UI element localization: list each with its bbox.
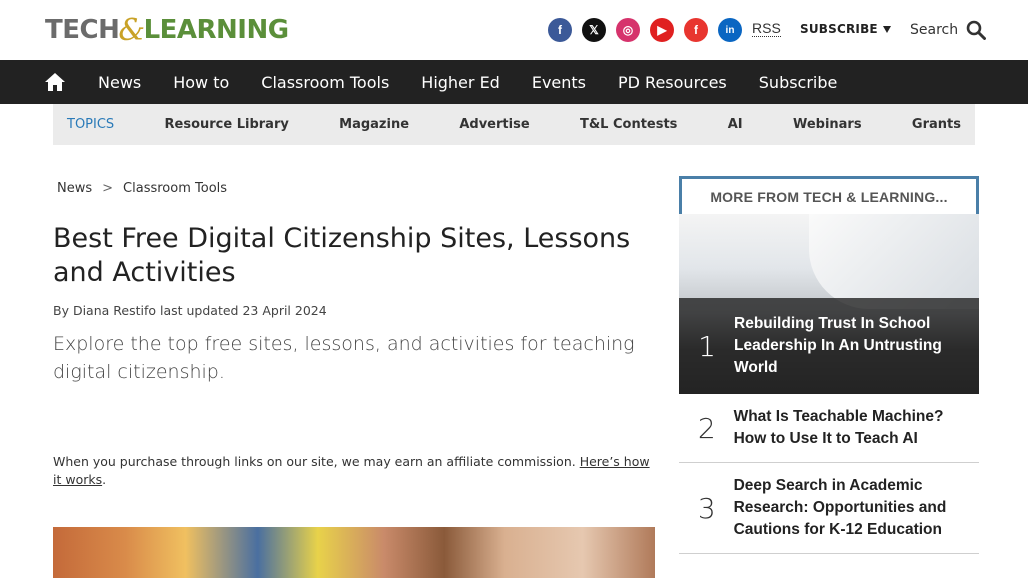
nav-subscribe[interactable]: Subscribe: [743, 73, 854, 92]
affiliate-period: .: [102, 472, 107, 487]
sidebar-featured-item[interactable]: 1 Rebuilding Trust In School Leadership …: [679, 214, 979, 394]
nav-events[interactable]: Events: [516, 73, 602, 92]
linkedin-icon[interactable]: in: [718, 18, 742, 42]
nav-links: News How to Classroom Tools Higher Ed Ev…: [82, 60, 853, 104]
flipboard-icon[interactable]: f: [684, 18, 708, 42]
instagram-icon[interactable]: ◎: [616, 18, 640, 42]
sidebar-item[interactable]: 2 What Is Teachable Machine? How to Use …: [679, 394, 979, 463]
featured-item-overlay: 1 Rebuilding Trust In School Leadership …: [679, 298, 979, 394]
topics-label: TOPICS: [67, 117, 115, 132]
sidebar-heading: MORE FROM TECH & LEARNING...: [679, 176, 979, 214]
nav-pd-resources[interactable]: PD Resources: [602, 73, 743, 92]
topic-grants[interactable]: Grants: [912, 117, 961, 132]
featured-item-image: [809, 214, 979, 309]
subscribe-label: SUBSCRIBE: [800, 22, 878, 36]
rss-link[interactable]: RSS: [752, 20, 781, 37]
item-number: 3: [697, 491, 716, 525]
affiliate-disclaimer: When you purchase through links on our s…: [53, 453, 653, 489]
topic-resource-library[interactable]: Resource Library: [165, 117, 289, 132]
nav-news[interactable]: News: [82, 73, 157, 92]
item-title[interactable]: Rebuilding Trust In School Leadership In…: [734, 313, 964, 379]
top-header: TECH & LEARNING f 𝕏 ◎ ▶ f in RSS SUBSCRIBE…: [0, 0, 1028, 60]
topics-bar: TOPICS Resource Library Magazine Adverti…: [53, 104, 975, 145]
topic-tl-contests[interactable]: T&L Contests: [580, 117, 677, 132]
breadcrumb: News > Classroom Tools: [57, 181, 227, 196]
x-twitter-icon[interactable]: 𝕏: [582, 18, 606, 42]
item-number: 1: [698, 329, 716, 363]
site-logo[interactable]: TECH & LEARNING: [45, 12, 290, 48]
article-title: Best Free Digital Citizenship Sites, Les…: [53, 223, 631, 288]
item-number: 2: [697, 411, 716, 445]
nav-higher-ed[interactable]: Higher Ed: [405, 73, 516, 92]
sidebar-item[interactable]: 3 Deep Search in Academic Research: Oppo…: [679, 463, 979, 554]
search-button[interactable]: Search: [910, 20, 987, 40]
subscribe-dropdown[interactable]: SUBSCRIBE: [800, 22, 891, 36]
item-title[interactable]: Deep Search in Academic Research: Opport…: [734, 475, 965, 541]
nav-classroom-tools[interactable]: Classroom Tools: [245, 73, 405, 92]
breadcrumb-news[interactable]: News: [57, 181, 92, 196]
topic-magazine[interactable]: Magazine: [339, 117, 409, 132]
topic-ai[interactable]: AI: [728, 117, 743, 132]
topic-webinars[interactable]: Webinars: [793, 117, 862, 132]
search-label: Search: [910, 22, 959, 38]
article-byline: By Diana Restifo last updated 23 April 2…: [53, 303, 327, 318]
logo-ampersand: &: [118, 12, 145, 48]
home-icon[interactable]: [44, 71, 66, 93]
article-strapline: Explore the top free sites, lessons, and…: [53, 333, 635, 383]
affiliate-text: When you purchase through links on our s…: [53, 454, 580, 469]
social-links: f 𝕏 ◎ ▶ f in: [548, 18, 742, 42]
caret-down-icon: [882, 25, 891, 33]
hero-image: [53, 527, 655, 578]
more-from-sidebar: MORE FROM TECH & LEARNING... 1 Rebuildin…: [679, 176, 979, 554]
breadcrumb-separator: >: [102, 181, 114, 196]
logo-text-tech: TECH: [45, 15, 120, 45]
breadcrumb-classroom-tools[interactable]: Classroom Tools: [123, 181, 227, 196]
logo-text-learning: LEARNING: [143, 15, 290, 45]
search-icon: [966, 20, 987, 40]
item-title[interactable]: What Is Teachable Machine? How to Use It…: [734, 406, 965, 450]
facebook-icon[interactable]: f: [548, 18, 572, 42]
main-navigation: News How to Classroom Tools Higher Ed Ev…: [0, 60, 1028, 104]
youtube-icon[interactable]: ▶: [650, 18, 674, 42]
nav-how-to[interactable]: How to: [157, 73, 245, 92]
topic-advertise[interactable]: Advertise: [459, 117, 529, 132]
